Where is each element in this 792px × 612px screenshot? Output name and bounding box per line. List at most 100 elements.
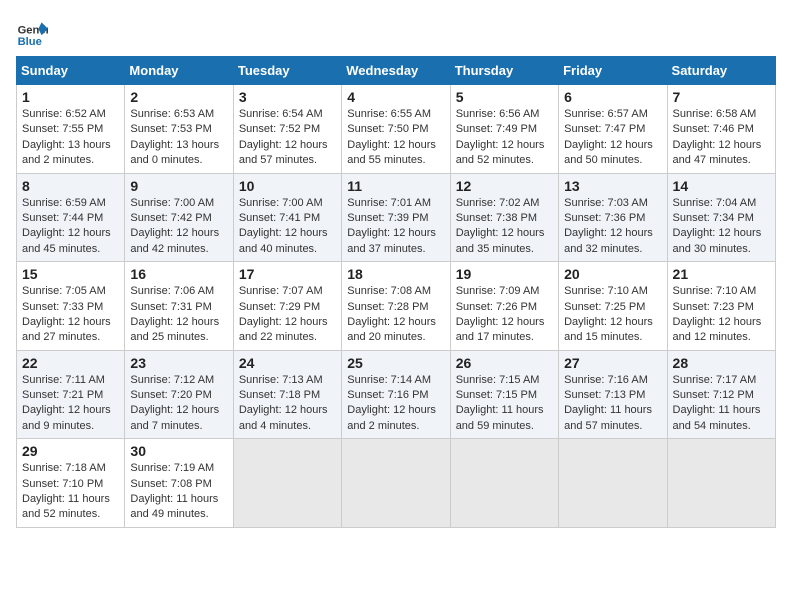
calendar-cell: 23 Sunrise: 7:12 AM Sunset: 7:20 PM Dayl… [125, 350, 233, 439]
daylight-text: Daylight: 11 hours and 49 minutes. [130, 492, 227, 523]
sunset-text: Sunset: 7:08 PM [130, 477, 227, 492]
calendar-cell: 5 Sunrise: 6:56 AM Sunset: 7:49 PM Dayli… [450, 85, 558, 174]
day-number: 30 [130, 443, 227, 459]
logo: General Blue [16, 16, 52, 48]
calendar-cell [667, 439, 775, 528]
calendar-cell: 10 Sunrise: 7:00 AM Sunset: 7:41 PM Dayl… [233, 173, 341, 262]
daylight-text: Daylight: 12 hours and 32 minutes. [564, 226, 661, 257]
day-info: Sunrise: 7:12 AM Sunset: 7:20 PM Dayligh… [130, 373, 227, 435]
daylight-text: Daylight: 12 hours and 15 minutes. [564, 315, 661, 346]
day-number: 20 [564, 266, 661, 282]
sunset-text: Sunset: 7:25 PM [564, 300, 661, 315]
sunrise-text: Sunrise: 7:02 AM [456, 196, 553, 211]
sunrise-text: Sunrise: 7:03 AM [564, 196, 661, 211]
logo-icon: General Blue [16, 16, 48, 48]
sunset-text: Sunset: 7:49 PM [456, 122, 553, 137]
day-number: 29 [22, 443, 119, 459]
daylight-text: Daylight: 12 hours and 52 minutes. [456, 138, 553, 169]
sunset-text: Sunset: 7:31 PM [130, 300, 227, 315]
day-info: Sunrise: 6:57 AM Sunset: 7:47 PM Dayligh… [564, 107, 661, 169]
day-number: 1 [22, 89, 119, 105]
daylight-text: Daylight: 11 hours and 52 minutes. [22, 492, 119, 523]
sunset-text: Sunset: 7:46 PM [673, 122, 770, 137]
sunrise-text: Sunrise: 6:57 AM [564, 107, 661, 122]
sunrise-text: Sunrise: 7:00 AM [130, 196, 227, 211]
calendar-cell: 15 Sunrise: 7:05 AM Sunset: 7:33 PM Dayl… [17, 262, 125, 351]
daylight-text: Daylight: 12 hours and 47 minutes. [673, 138, 770, 169]
day-number: 16 [130, 266, 227, 282]
sunrise-text: Sunrise: 7:15 AM [456, 373, 553, 388]
calendar-week-row: 15 Sunrise: 7:05 AM Sunset: 7:33 PM Dayl… [17, 262, 776, 351]
calendar-cell: 13 Sunrise: 7:03 AM Sunset: 7:36 PM Dayl… [559, 173, 667, 262]
calendar-cell: 19 Sunrise: 7:09 AM Sunset: 7:26 PM Dayl… [450, 262, 558, 351]
sunset-text: Sunset: 7:12 PM [673, 388, 770, 403]
day-number: 27 [564, 355, 661, 371]
day-number: 22 [22, 355, 119, 371]
sunset-text: Sunset: 7:29 PM [239, 300, 336, 315]
calendar-table: SundayMondayTuesdayWednesdayThursdayFrid… [16, 56, 776, 528]
day-info: Sunrise: 6:53 AM Sunset: 7:53 PM Dayligh… [130, 107, 227, 169]
calendar-header-monday: Monday [125, 57, 233, 85]
day-number: 10 [239, 178, 336, 194]
sunset-text: Sunset: 7:55 PM [22, 122, 119, 137]
sunset-text: Sunset: 7:53 PM [130, 122, 227, 137]
daylight-text: Daylight: 12 hours and 20 minutes. [347, 315, 444, 346]
day-number: 19 [456, 266, 553, 282]
sunset-text: Sunset: 7:15 PM [456, 388, 553, 403]
day-number: 6 [564, 89, 661, 105]
calendar-header-thursday: Thursday [450, 57, 558, 85]
daylight-text: Daylight: 12 hours and 9 minutes. [22, 403, 119, 434]
calendar-cell: 7 Sunrise: 6:58 AM Sunset: 7:46 PM Dayli… [667, 85, 775, 174]
calendar-cell: 18 Sunrise: 7:08 AM Sunset: 7:28 PM Dayl… [342, 262, 450, 351]
sunrise-text: Sunrise: 7:17 AM [673, 373, 770, 388]
day-info: Sunrise: 6:54 AM Sunset: 7:52 PM Dayligh… [239, 107, 336, 169]
calendar-cell: 12 Sunrise: 7:02 AM Sunset: 7:38 PM Dayl… [450, 173, 558, 262]
day-number: 2 [130, 89, 227, 105]
day-number: 26 [456, 355, 553, 371]
day-info: Sunrise: 7:13 AM Sunset: 7:18 PM Dayligh… [239, 373, 336, 435]
sunset-text: Sunset: 7:52 PM [239, 122, 336, 137]
calendar-header-wednesday: Wednesday [342, 57, 450, 85]
day-info: Sunrise: 6:56 AM Sunset: 7:49 PM Dayligh… [456, 107, 553, 169]
calendar-header-friday: Friday [559, 57, 667, 85]
daylight-text: Daylight: 12 hours and 22 minutes. [239, 315, 336, 346]
daylight-text: Daylight: 12 hours and 57 minutes. [239, 138, 336, 169]
daylight-text: Daylight: 12 hours and 37 minutes. [347, 226, 444, 257]
day-info: Sunrise: 6:58 AM Sunset: 7:46 PM Dayligh… [673, 107, 770, 169]
sunset-text: Sunset: 7:34 PM [673, 211, 770, 226]
sunrise-text: Sunrise: 7:09 AM [456, 284, 553, 299]
calendar-header-tuesday: Tuesday [233, 57, 341, 85]
calendar-cell: 26 Sunrise: 7:15 AM Sunset: 7:15 PM Dayl… [450, 350, 558, 439]
calendar-body: 1 Sunrise: 6:52 AM Sunset: 7:55 PM Dayli… [17, 85, 776, 528]
sunset-text: Sunset: 7:26 PM [456, 300, 553, 315]
day-info: Sunrise: 7:09 AM Sunset: 7:26 PM Dayligh… [456, 284, 553, 346]
day-info: Sunrise: 6:59 AM Sunset: 7:44 PM Dayligh… [22, 196, 119, 258]
sunrise-text: Sunrise: 7:04 AM [673, 196, 770, 211]
day-number: 17 [239, 266, 336, 282]
day-info: Sunrise: 7:11 AM Sunset: 7:21 PM Dayligh… [22, 373, 119, 435]
day-info: Sunrise: 7:05 AM Sunset: 7:33 PM Dayligh… [22, 284, 119, 346]
calendar-week-row: 22 Sunrise: 7:11 AM Sunset: 7:21 PM Dayl… [17, 350, 776, 439]
day-info: Sunrise: 7:00 AM Sunset: 7:42 PM Dayligh… [130, 196, 227, 258]
daylight-text: Daylight: 11 hours and 54 minutes. [673, 403, 770, 434]
sunset-text: Sunset: 7:33 PM [22, 300, 119, 315]
daylight-text: Daylight: 12 hours and 27 minutes. [22, 315, 119, 346]
sunrise-text: Sunrise: 7:18 AM [22, 461, 119, 476]
sunrise-text: Sunrise: 7:10 AM [673, 284, 770, 299]
sunset-text: Sunset: 7:47 PM [564, 122, 661, 137]
calendar-cell: 11 Sunrise: 7:01 AM Sunset: 7:39 PM Dayl… [342, 173, 450, 262]
sunrise-text: Sunrise: 6:54 AM [239, 107, 336, 122]
calendar-week-row: 29 Sunrise: 7:18 AM Sunset: 7:10 PM Dayl… [17, 439, 776, 528]
calendar-cell: 16 Sunrise: 7:06 AM Sunset: 7:31 PM Dayl… [125, 262, 233, 351]
day-info: Sunrise: 7:01 AM Sunset: 7:39 PM Dayligh… [347, 196, 444, 258]
sunset-text: Sunset: 7:36 PM [564, 211, 661, 226]
day-number: 24 [239, 355, 336, 371]
sunrise-text: Sunrise: 7:00 AM [239, 196, 336, 211]
calendar-cell: 9 Sunrise: 7:00 AM Sunset: 7:42 PM Dayli… [125, 173, 233, 262]
sunset-text: Sunset: 7:10 PM [22, 477, 119, 492]
sunrise-text: Sunrise: 7:07 AM [239, 284, 336, 299]
sunrise-text: Sunrise: 6:59 AM [22, 196, 119, 211]
sunrise-text: Sunrise: 6:53 AM [130, 107, 227, 122]
daylight-text: Daylight: 12 hours and 35 minutes. [456, 226, 553, 257]
day-number: 8 [22, 178, 119, 194]
